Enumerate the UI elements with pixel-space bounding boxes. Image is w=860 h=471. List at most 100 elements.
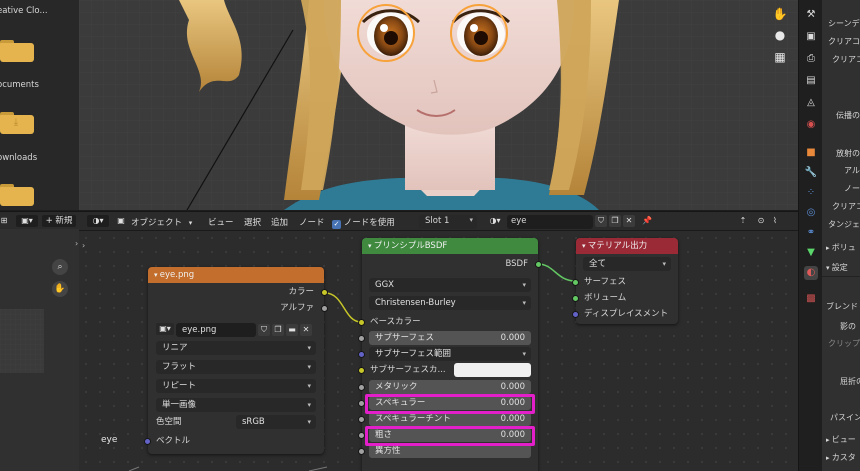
editor-type-icon[interactable]: ◑▾: [87, 215, 109, 227]
camera-icon[interactable]: ●: [770, 25, 790, 45]
world-icon[interactable]: ◉: [804, 118, 818, 132]
viewport-display-section[interactable]: ▸ ビュー: [826, 434, 856, 445]
grid-view-icon[interactable]: ▦: [770, 47, 790, 67]
material-name-field[interactable]: eye: [507, 215, 593, 229]
extension-dropdown[interactable]: リピート ▾: [156, 379, 316, 393]
slot-selector[interactable]: Slot 1 ▾: [419, 215, 477, 229]
output-color-socket: カラー: [148, 285, 328, 299]
file-item-label[interactable]: ocuments: [0, 80, 39, 90]
property-label: アル: [844, 166, 860, 175]
folder-download-icon[interactable]: ⤓: [0, 112, 34, 134]
3d-viewport[interactable]: ✋ ● ▦: [79, 0, 798, 210]
checkbox-icon[interactable]: ✓: [332, 220, 341, 229]
source-dropdown[interactable]: 単一画像 ▾: [156, 398, 316, 412]
fake-user-icon[interactable]: ⛉: [595, 215, 607, 227]
modifier-icon[interactable]: 🔧: [804, 166, 818, 180]
image-editor-header: ⊞ ▣▾ + 新規: [0, 211, 79, 229]
object-icon[interactable]: ■: [804, 146, 818, 160]
parent-node-tree-icon[interactable]: ⇡: [737, 215, 749, 227]
property-label: シーンデ: [828, 19, 860, 28]
image-texture-node[interactable]: ▾ eye.png カラー アルファ ▣▾ eye.png ⛉ ❐ ▬ ✕ リニ…: [144, 267, 328, 454]
folder-icon[interactable]: [0, 184, 34, 206]
property-label: パスイン: [830, 413, 860, 422]
node-editor-canvas[interactable]: › eye ▾ eye.png カラー アルファ ▣▾ eye.png ⛉ ❐ …: [79, 231, 798, 471]
snap-options-icon[interactable]: ⌇: [769, 215, 781, 227]
render-icon[interactable]: ▣: [804, 30, 818, 44]
property-label: ブレンド: [826, 302, 858, 311]
node-title[interactable]: ▾ マテリアル出力: [576, 238, 678, 254]
file-item-label[interactable]: eative Clo...: [0, 6, 48, 16]
input-surface-socket: サーフェス: [572, 275, 678, 289]
volume-section[interactable]: ▸ ボリュ: [826, 242, 856, 253]
subsurface-method-dropdown[interactable]: Christensen-Burley ▾: [369, 296, 531, 310]
menu-node[interactable]: ノード: [299, 216, 325, 228]
menu-view[interactable]: ビュー: [208, 216, 234, 228]
image-type-icon[interactable]: ⊞: [0, 215, 10, 227]
property-label: ノー: [844, 184, 860, 193]
metallic-field[interactable]: メタリック 0.000: [369, 380, 531, 394]
image-browse-icon[interactable]: ▣▾: [156, 323, 174, 335]
color-space-dropdown[interactable]: sRGB ▾: [236, 415, 316, 429]
node-title[interactable]: ▾ プリンシプルBSDF: [362, 238, 538, 254]
image-canvas-grid: [0, 309, 44, 373]
output-icon[interactable]: ⎙: [804, 52, 818, 66]
property-label: 屈折の: [840, 377, 860, 386]
data-icon[interactable]: ▼: [804, 246, 818, 260]
property-label: クリアコ: [832, 202, 860, 211]
fake-user-icon[interactable]: ⛉: [258, 324, 270, 336]
target-dropdown[interactable]: 全て ▾: [583, 257, 671, 271]
collapse-arrow-icon[interactable]: ›: [75, 239, 78, 248]
properties-tab-strip: ⚒ ▣ ⎙ ▤ ◬ ◉ ■ 🔧 ⁘ ◎ ⚭ ▼ ◐ ▩: [798, 0, 822, 471]
use-nodes-toggle[interactable]: ✓ ノードを使用: [332, 216, 395, 229]
material-icon[interactable]: ◐: [804, 266, 818, 280]
object-mode-icon[interactable]: ▣: [115, 215, 127, 227]
property-label: 放射の: [836, 149, 860, 158]
object-selector[interactable]: オブジェクト ▾: [131, 216, 192, 228]
image-editor[interactable]: ⌕ ✋ ›: [0, 229, 79, 471]
subsurface-radius-dropdown[interactable]: サブサーフェス範囲 ▾: [369, 347, 531, 361]
tool-icon[interactable]: ⚒: [804, 8, 818, 22]
hand-pan-icon[interactable]: ✋: [52, 281, 68, 297]
delete-icon[interactable]: ✕: [623, 215, 635, 227]
folder-icon[interactable]: [0, 40, 34, 62]
material-browse-icon[interactable]: ◑▾: [485, 215, 505, 227]
projection-dropdown[interactable]: フラット ▾: [156, 360, 316, 374]
texture-icon[interactable]: ▩: [804, 292, 818, 306]
property-label: 影の: [840, 322, 856, 331]
roughness-highlight-box: [365, 426, 535, 446]
input-volume-socket: ボリューム: [572, 291, 678, 305]
image-browse-icon[interactable]: ▣▾: [16, 215, 38, 227]
constraints-icon[interactable]: ⚭: [804, 226, 818, 240]
properties-panel: シーンデ クリアコ クリアコ 伝播の 放射の アル ノー クリアコ タンジェ ▸…: [822, 0, 860, 471]
custom-properties-section[interactable]: ▸ カスタ: [826, 452, 856, 463]
menu-select[interactable]: 選択: [244, 216, 261, 228]
material-output-node[interactable]: ▾ マテリアル出力 全て ▾ サーフェス ボリューム ディスプレイスメント: [572, 238, 678, 324]
file-item-label[interactable]: ownloads: [0, 153, 37, 163]
duplicate-icon[interactable]: ❐: [609, 215, 621, 227]
output-alpha-socket: アルファ: [148, 301, 328, 315]
property-label: クリップ: [828, 339, 860, 348]
duplicate-icon[interactable]: ❐: [272, 324, 284, 336]
view-layer-icon[interactable]: ▤: [804, 74, 818, 88]
new-image-button[interactable]: + 新規: [42, 215, 76, 227]
node-title[interactable]: ▾ eye.png: [148, 267, 324, 283]
settings-section[interactable]: ▾ 設定: [826, 262, 848, 273]
zoom-icon[interactable]: ⌕: [52, 259, 68, 275]
particles-icon[interactable]: ⁘: [804, 186, 818, 200]
snap-icon[interactable]: ⊙: [755, 215, 767, 227]
open-folder-icon[interactable]: ▬: [286, 324, 298, 336]
image-name-field[interactable]: eye.png: [176, 323, 256, 337]
input-base-color-socket: ベースカラー: [358, 315, 538, 329]
specular-tint-field[interactable]: スペキュラーチント 0.000: [369, 412, 531, 426]
anisotropic-field[interactable]: 異方性: [369, 444, 531, 458]
hand-pan-icon[interactable]: ✋: [770, 4, 790, 24]
pin-icon[interactable]: 📌: [641, 215, 653, 227]
menu-add[interactable]: 追加: [271, 216, 288, 228]
physics-icon[interactable]: ◎: [804, 206, 818, 220]
subsurface-color-swatch[interactable]: [454, 363, 531, 377]
distribution-dropdown[interactable]: GGX ▾: [369, 278, 531, 292]
scene-icon[interactable]: ◬: [804, 96, 818, 110]
interpolation-dropdown[interactable]: リニア ▾: [156, 341, 316, 355]
subsurface-field[interactable]: サブサーフェス 0.000: [369, 331, 531, 345]
unlink-icon[interactable]: ✕: [300, 324, 312, 336]
